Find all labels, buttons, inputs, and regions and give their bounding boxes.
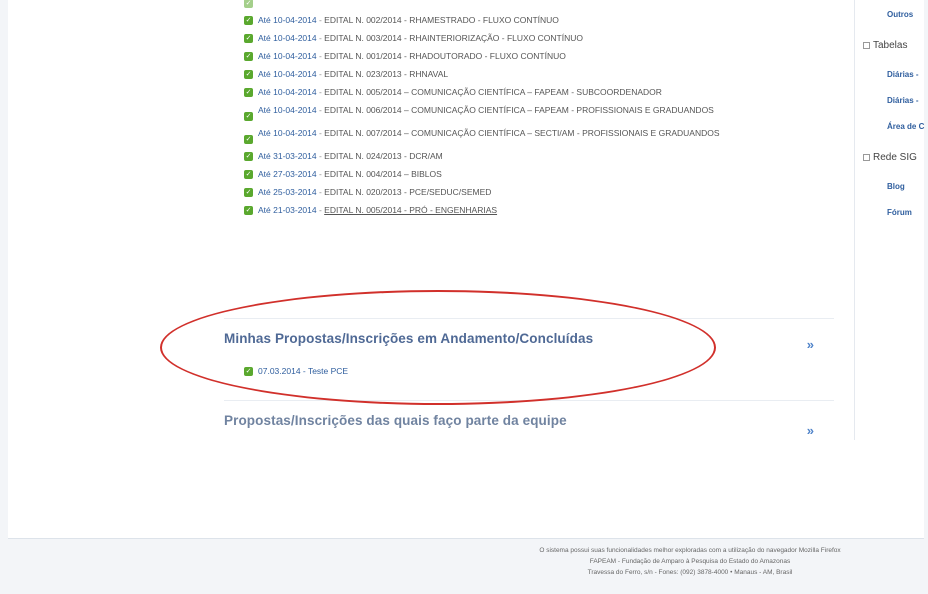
content-panel: ✓ ✓ Até 10-04-2014 - EDITAL N. 002/2014 … [8,0,924,539]
list-item[interactable]: ✓ Até 31-03-2014 - EDITAL N. 024/2013 - … [244,151,824,162]
list-item[interactable]: ✓ Até 25-03-2014 - EDITAL N. 020/2013 - … [244,187,824,198]
check-icon: ✓ [244,0,253,8]
sidebar-link[interactable]: Área de C [887,122,924,131]
list-item[interactable]: ✓ Até 10-04-2014 - EDITAL N. 002/2014 - … [244,15,824,26]
notice-title: EDITAL N. 002/2014 - RHAMESTRADO - FLUXO… [324,15,559,25]
footer-address: Travessa do Ferro, s/n - Fones: (092) 38… [587,569,793,576]
annotation-ellipse [160,290,716,405]
sidebar-link-blog[interactable]: Blog [887,182,905,191]
notice-link[interactable]: Até 10-04-2014 [258,15,317,25]
notice-title: EDITAL N. 001/2014 - RHADOUTORADO - FLUX… [324,51,566,61]
notice-title: EDITAL N. 006/2014 – COMUNICAÇÃO CIENTÍF… [324,105,714,115]
sidebar: Outros Tabelas Diárias - Diárias - Área … [854,0,928,440]
sidebar-link[interactable]: Diárias - [887,96,919,105]
notice-title: EDITAL N. 003/2014 - RHAINTERIORIZAÇÃO -… [324,33,583,43]
list-item[interactable]: ✓ Até 10-04-2014 - EDITAL N. 007/2014 – … [244,128,824,144]
notice-title: EDITAL N. 007/2014 – COMUNICAÇÃO CIENTÍF… [324,128,720,138]
footer: O sistema possui suas funcionalidades me… [450,545,928,578]
check-icon: ✓ [244,16,253,25]
list-item[interactable]: ✓ Até 21-03-2014 - EDITAL N. 005/2014 - … [244,205,824,216]
expand-team-proposals-button[interactable]: » [807,423,814,438]
check-icon: ✓ [244,170,253,179]
sidebar-link-forum[interactable]: Fórum [887,208,912,217]
sidebar-link-outros[interactable]: Outros [887,10,913,19]
notice-link[interactable]: Até 10-04-2014 [258,87,317,97]
notice-link[interactable]: Até 10-04-2014 [258,105,317,115]
list-item[interactable]: ✓ Até 10-04-2014 - EDITAL N. 001/2014 - … [244,51,824,62]
notice-link[interactable]: Até 10-04-2014 [258,69,317,79]
list-item[interactable]: ✓ Até 10-04-2014 - EDITAL N. 003/2014 - … [244,33,824,44]
notice-title: EDITAL N. 023/2013 - RHNAVAL [324,69,449,79]
check-icon: ✓ [244,70,253,79]
check-icon: ✓ [244,112,253,121]
notice-title: EDITAL N. 024/2013 - DCR/AM [324,151,443,161]
sidebar-group-rede[interactable]: Rede SIG [863,152,917,163]
sidebar-group-label: Tabelas [873,40,908,51]
list-item[interactable]: ✓ Até 10-04-2014 - EDITAL N. 006/2014 – … [244,105,824,121]
notice-text [258,0,824,9]
list-item[interactable]: ✓ Até 10-04-2014 - EDITAL N. 023/2013 - … [244,69,824,80]
check-icon: ✓ [244,52,253,61]
expand-my-proposals-button[interactable]: » [807,337,814,352]
team-proposals-title[interactable]: Propostas/Inscrições das quais faço part… [224,413,567,428]
notice-link[interactable]: Até 10-04-2014 [258,128,317,138]
list-item: ✓ [244,0,824,9]
notice-link[interactable]: Até 27-03-2014 [258,169,317,179]
notice-title: EDITAL N. 020/2013 - PCE/SEDUC/SEMED [324,187,492,197]
notice-link[interactable]: Até 25-03-2014 [258,187,317,197]
check-icon: ✓ [244,88,253,97]
team-proposals-section: Propostas/Inscrições das quais faço part… [224,400,834,461]
notice-link[interactable]: Até 21-03-2014 [258,205,317,215]
check-icon: ✓ [244,206,253,215]
sidebar-group-label: Rede SIG [873,152,917,163]
check-icon: ✓ [244,34,253,43]
notice-title: EDITAL N. 005/2014 - PRÓ - ENGENHARIAS [324,205,498,215]
check-icon: ✓ [244,152,253,161]
notice-link[interactable]: Até 10-04-2014 [258,33,317,43]
list-item[interactable]: ✓ Até 10-04-2014 - EDITAL N. 005/2014 – … [244,87,824,98]
check-icon: ✓ [244,188,253,197]
sidebar-group-tabelas[interactable]: Tabelas [863,40,907,51]
open-notices-list: ✓ ✓ Até 10-04-2014 - EDITAL N. 002/2014 … [244,0,824,223]
check-icon: ✓ [244,135,253,144]
sidebar-link[interactable]: Diárias - [887,70,919,79]
square-icon [863,41,870,49]
notice-link[interactable]: Até 31-03-2014 [258,151,317,161]
notice-link[interactable]: Até 10-04-2014 [258,51,317,61]
footer-org-name: FAPEAM - Fundação de Amparo à Pesquisa d… [589,558,791,565]
notice-title: EDITAL N. 004/2014 – BIBLOS [324,169,442,179]
list-item[interactable]: ✓ Até 27-03-2014 - EDITAL N. 004/2014 – … [244,169,824,180]
notice-title: EDITAL N. 005/2014 – COMUNICAÇÃO CIENTÍF… [324,87,662,97]
footer-browser-note: O sistema possui suas funcionalidades me… [539,547,841,554]
square-icon [863,153,870,161]
